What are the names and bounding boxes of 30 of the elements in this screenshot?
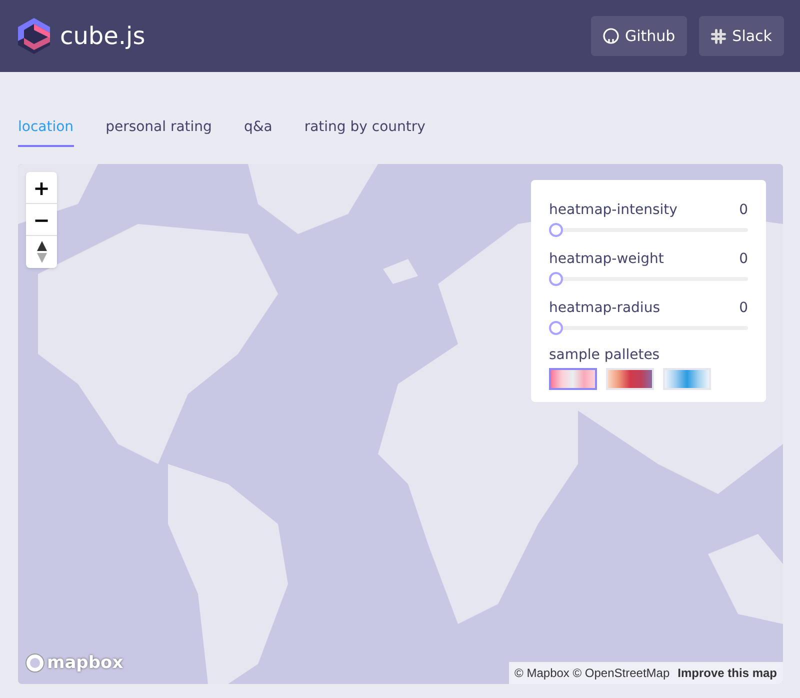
tab[interactable]: personal rating [106,110,212,147]
tab[interactable]: rating by country [304,110,426,147]
github-icon [602,28,619,44]
slider-track[interactable] [549,272,748,286]
mapbox-logo-icon [25,653,45,674]
mapbox-wordmark: mapbox [47,652,124,674]
slack-icon [711,28,726,44]
slider-label: heatmap-weight [549,250,664,269]
slider-value: 0 [739,250,748,269]
palettes-label: sample palletes [549,346,661,365]
palette-swatch[interactable] [549,368,597,390]
slider-thumb[interactable] [549,272,563,286]
slider-label: heatmap-intensity [549,201,678,220]
cube-logo-icon [16,16,52,56]
attribution-text: © Mapbox © OpenStreetMap [514,665,670,682]
logo-text: cube.js [60,21,146,52]
github-button[interactable]: Github [590,16,688,56]
slider-track[interactable] [549,223,748,237]
slider-thumb[interactable] [549,321,563,335]
zoom-in-button[interactable]: + [26,172,57,204]
zoom-out-button[interactable]: − [26,204,57,236]
slider-value: 0 [739,299,748,318]
slack-button[interactable]: Slack [699,16,784,56]
compass-icon [36,241,46,263]
slider-value: 0 [739,201,748,220]
slider-thumb[interactable] [549,223,563,237]
slider-label: heatmap-radius [549,299,660,318]
tab[interactable]: q&a [244,110,272,147]
improve-map-link[interactable]: Improve this map [678,664,777,682]
slider-track[interactable] [549,321,748,335]
